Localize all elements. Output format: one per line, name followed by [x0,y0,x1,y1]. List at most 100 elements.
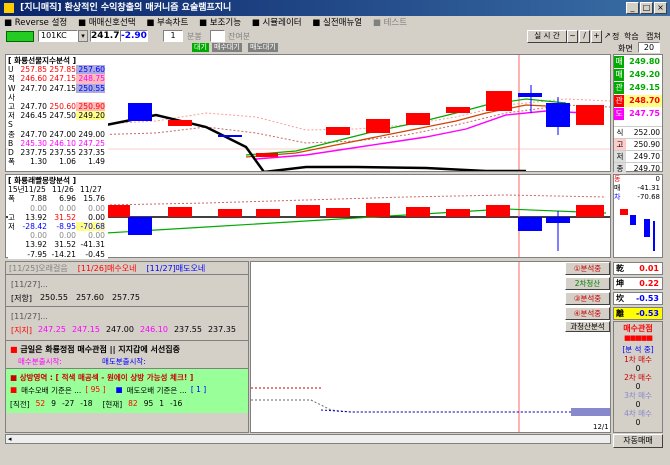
panel2-row-key [8,204,18,213]
panel1-cell: 1.30 [30,157,47,167]
right2-value: -41.31 [637,184,660,192]
panel1-row: 폭 1.30 1.06 1.49 [8,157,108,166]
menu-reverse[interactable]: ■ Reverse 설정 [4,16,67,30]
right-small-row: 고 250.90 [614,138,662,150]
panel1-cell: 247.70 [20,101,47,111]
signal-row: 坎 -0.53 [613,292,663,305]
vbar-3 [218,209,242,217]
maximize-button[interactable]: □ [640,2,653,14]
panel1-row-key: B [8,138,14,148]
panel2-cell: 13.92 [25,212,47,222]
menu-subchart[interactable]: ■ 부속차트 [146,16,188,30]
right-price-row: 관 249.15 [614,82,662,94]
learn-label[interactable]: 학습 [624,31,639,42]
info-tab-1125[interactable]: [11/25]오래걸음 [6,262,71,274]
panel2-cell: -8.95 [56,221,76,231]
screen-input[interactable]: 20 [638,42,660,53]
tab-buy-wait[interactable]: 매수대기 [212,43,242,52]
info-tabs: [11/25]오래걸음 [11/26]매수오네 [11/27]매도오네 [6,262,248,275]
prev-v0: 52 [35,399,46,408]
panel2-row: 저 -28.42 -8.95 -70.68 [8,221,108,232]
right-small-value: 252.00 [633,128,660,137]
right-small-row: 종 249.70 [614,162,662,174]
tilde-button[interactable]: ~ [567,30,578,43]
remain-field[interactable] [210,30,225,42]
panel1-cell: 250.60 [49,101,76,111]
realtime-button[interactable]: 실 시 간 [527,30,567,43]
close-button[interactable]: × [654,2,667,14]
menu-aux[interactable]: ■ 보조기능 [199,16,241,30]
right2-row: 차 -70.68 [614,193,662,202]
period-input[interactable]: 1 [163,30,183,42]
buy-item: 0 [635,364,641,373]
menu-manual[interactable]: ■ 실전매뉴얼 [312,16,362,30]
menu-test[interactable]: ■ 테스트 [373,16,407,30]
panel1-cell [18,93,47,102]
positive-label[interactable]: 정 [612,31,619,42]
panel1-row-key: 저 [8,111,15,121]
signal-button[interactable]: ④분석중 [565,307,610,320]
candle-4 [256,153,278,157]
bottom-bar [571,408,610,416]
panel1-cell: 247.15 [49,74,76,84]
signal-value: -0.53 [635,294,659,303]
right2-row: 동0 [614,175,662,184]
scroll-left-icon[interactable]: ◂ [8,435,12,443]
right-small-label: 종 [614,163,626,174]
signal-button[interactable]: ③분석중 [565,292,610,305]
signal-button[interactable]: ①분석중 [565,262,610,275]
right-small-value: 249.70 [633,152,660,161]
panel1-cell: 257.60 [76,65,105,75]
plus-button[interactable]: + [591,30,602,43]
right-price-label: 매 [614,56,624,68]
menu-simulator[interactable]: ■ 시뮬레이터 [252,16,302,30]
menu-bar: ■ Reverse 설정 ■ 매매신호선택 ■ 부속차트 ■ 보조기능 ■ 시뮬… [0,16,670,30]
panel2-row-key: 저 [8,221,15,231]
tab-sell-wait[interactable]: 매도대기 [248,43,278,52]
right-price-label: 관 [614,95,624,107]
panel1-row-key: 종 [8,129,15,139]
code-field[interactable]: 101KC [38,30,78,42]
panel2-cell: 0.00 [59,203,76,213]
signal-button[interactable]: 2차청산 [565,277,610,290]
notice-1-text: 금일은 화룡정점 매수관점 || 지지갑에 서선집중 [20,345,180,354]
right-price-label: 매 [614,69,624,81]
panel2-head-0: 15년 [8,185,25,195]
panel2-row-key [8,240,18,249]
minimize-button[interactable]: _ [626,2,639,14]
buy-item: 0 [635,382,641,391]
change-field: -2.90 [120,30,148,42]
candle-5 [326,127,350,135]
capture-label[interactable]: 캡쳐 [646,31,661,42]
panel2-cell: 6.96 [59,194,76,204]
support-v0: 250.55 [39,293,68,302]
info-line1: [11/27]... [11,280,48,289]
panel1-cell: 1.06 [59,157,76,167]
info-tab-1126[interactable]: [11/26]매수오네 [75,262,140,274]
panel2-table: [ 화룡래빨몽량분석 ] 15년 11/25 11/26 11/27 폭 7.88… [8,176,108,259]
code-dropdown-icon[interactable]: ▾ [78,30,88,42]
remain-label: 잔여분 [228,32,251,41]
prev-v1: 9 [51,399,56,408]
app-icon [4,3,14,13]
slash-button[interactable]: / [579,30,590,43]
menu-signal[interactable]: ■ 매매신호선택 [78,16,136,30]
zone-box: ■ 상방영역 : [ 적색 매공섹 - 원에이 상방 가능성 체크! ] ■ 매수… [6,369,248,413]
overclear-button[interactable]: 과청산분석 [565,321,610,332]
right-volume-panel: 동 0 매 -41.31 차 -70.68 [613,174,663,258]
info-tab-1127[interactable]: [11/27]매도오네 [144,262,209,274]
status-indicator [6,31,34,42]
panel1-cell: 245.30 [20,138,47,148]
auto-trade-button[interactable]: 자동매매 [613,434,663,448]
panel2-cell: 31.52 [54,240,76,250]
panel2-cell: -0.45 [85,249,105,259]
panel1-row: 고 247.70 250.60 250.90 [8,101,108,112]
horizontal-scrollbar[interactable]: ◂ [5,434,611,444]
candle-7 [406,113,430,125]
right-small-value: 249.70 [633,164,660,173]
buy-item: 3차 매수 [624,391,652,400]
right2-key: 차 [614,193,621,201]
panel1-cell: 246.10 [49,138,76,148]
tab-wait[interactable]: 대기 [192,43,209,52]
candle-12 [576,105,604,125]
